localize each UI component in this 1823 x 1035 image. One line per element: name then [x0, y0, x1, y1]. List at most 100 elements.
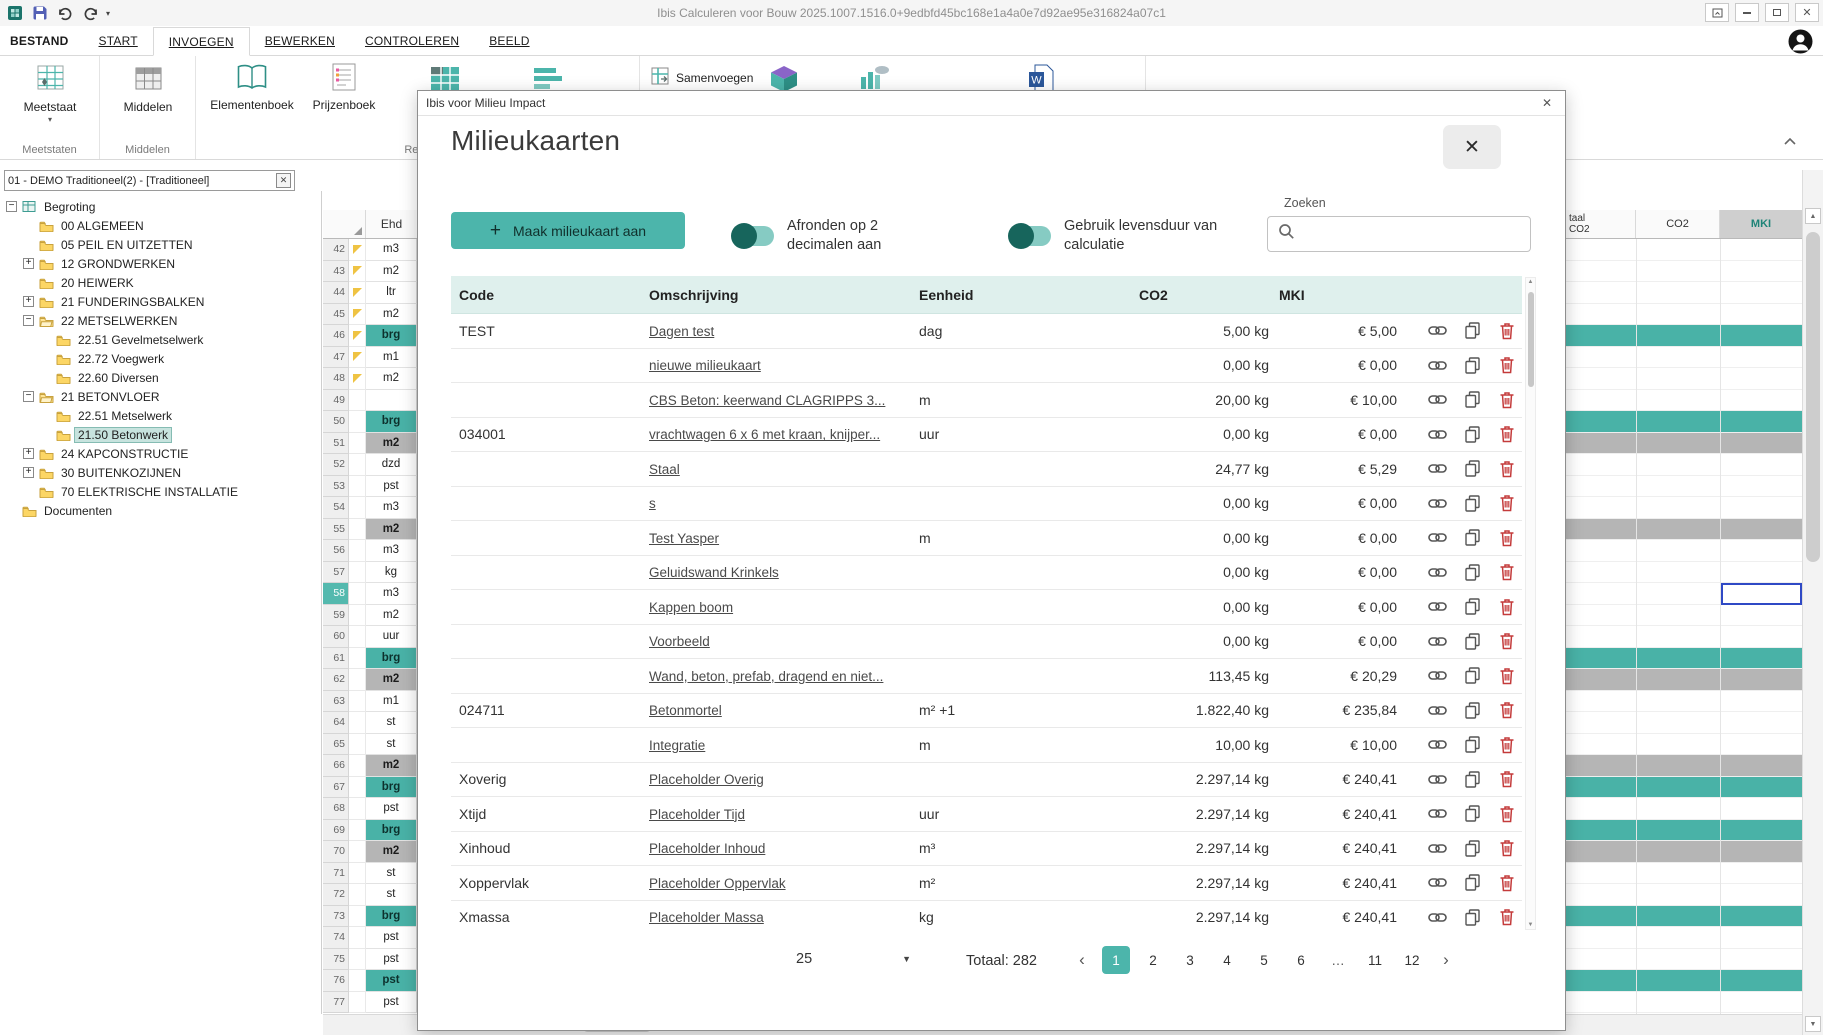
co2-row[interactable]: [1566, 798, 1802, 820]
link-icon[interactable]: [1426, 665, 1448, 687]
co2-row[interactable]: [1566, 777, 1802, 799]
mark-cell[interactable]: [349, 476, 366, 498]
prijzenboek-button[interactable]: Prijzenboek: [300, 62, 388, 112]
co2-row[interactable]: [1566, 648, 1802, 670]
row-header[interactable]: 51: [323, 433, 349, 455]
link-icon[interactable]: [1426, 389, 1448, 411]
ehd-cell[interactable]: uur: [366, 626, 417, 648]
milieukaart-link[interactable]: Placeholder Overig: [649, 772, 764, 787]
ehd-cell[interactable]: pst: [366, 927, 417, 949]
copy-icon[interactable]: [1461, 320, 1483, 342]
page-button-3[interactable]: 3: [1176, 946, 1204, 974]
row-header[interactable]: 72: [323, 884, 349, 906]
milieukaart-link[interactable]: Placeholder Inhoud: [649, 841, 765, 856]
link-icon[interactable]: [1426, 561, 1448, 583]
milieukaart-link[interactable]: Wand, beton, prefab, dragend en niet...: [649, 669, 883, 684]
page-button-5[interactable]: 5: [1250, 946, 1278, 974]
ribbon-tab-beeld[interactable]: BEELD: [474, 27, 544, 55]
ehd-column-header[interactable]: Ehd: [366, 210, 417, 238]
mark-cell[interactable]: [349, 605, 366, 627]
delete-icon[interactable]: [1496, 803, 1518, 825]
row-header[interactable]: 61: [323, 648, 349, 670]
tree-item[interactable]: 22.51 Metselwerk: [0, 406, 321, 425]
mark-cell[interactable]: [349, 669, 366, 691]
ehd-cell[interactable]: brg: [366, 820, 417, 842]
meetstaat-dropdown-icon[interactable]: ▾: [48, 117, 52, 123]
ehd-cell[interactable]: m2: [366, 304, 417, 326]
link-icon[interactable]: [1426, 768, 1448, 790]
tree-item[interactable]: 05 PEIL EN UITZETTEN: [0, 235, 321, 254]
copy-icon[interactable]: [1461, 699, 1483, 721]
row-header[interactable]: 52: [323, 454, 349, 476]
ehd-cell[interactable]: st: [366, 734, 417, 756]
scroll-up-icon[interactable]: ▲: [1805, 208, 1821, 224]
ribbon-tab-bewerken[interactable]: BEWERKEN: [250, 27, 350, 55]
row-header[interactable]: 56: [323, 540, 349, 562]
tree-item[interactable]: 22.60 Diversen: [0, 368, 321, 387]
collapse-icon[interactable]: −: [23, 391, 34, 402]
mark-cell[interactable]: [349, 325, 366, 347]
mki-column-header[interactable]: MKI: [1720, 210, 1802, 238]
tree-item[interactable]: 22.51 Gevelmetselwerk: [0, 330, 321, 349]
link-icon[interactable]: [1426, 872, 1448, 894]
next-page-button[interactable]: ›: [1435, 946, 1457, 974]
document-tab[interactable]: 01 - DEMO Traditioneel(2) - [Traditionee…: [4, 170, 295, 191]
delete-icon[interactable]: [1496, 837, 1518, 859]
row-header[interactable]: 42: [323, 239, 349, 261]
ehd-cell[interactable]: m2: [366, 433, 417, 455]
mark-cell[interactable]: [349, 583, 366, 605]
ehd-cell[interactable]: brg: [366, 777, 417, 799]
link-icon[interactable]: [1426, 734, 1448, 756]
tree-item[interactable]: +30 BUITENKOZIJNEN: [0, 463, 321, 482]
co2-row[interactable]: [1566, 325, 1802, 347]
page-button-11[interactable]: 11: [1361, 946, 1389, 974]
tree-item[interactable]: +12 GRONDWERKEN: [0, 254, 321, 273]
ehd-cell[interactable]: m2: [366, 669, 417, 691]
row-header[interactable]: 68: [323, 798, 349, 820]
vertical-scroll-thumb[interactable]: [1806, 232, 1820, 562]
co2-row[interactable]: [1566, 970, 1802, 992]
scroll-down-icon[interactable]: ▼: [1805, 1016, 1821, 1032]
co2-row[interactable]: [1566, 691, 1802, 713]
link-icon[interactable]: [1426, 458, 1448, 480]
mark-cell[interactable]: [349, 304, 366, 326]
delete-icon[interactable]: [1496, 906, 1518, 926]
delete-icon[interactable]: [1496, 768, 1518, 790]
ehd-cell[interactable]: pst: [366, 992, 417, 1014]
co2-row[interactable]: [1566, 497, 1802, 519]
mark-cell[interactable]: [349, 884, 366, 906]
collapse-icon[interactable]: −: [23, 315, 34, 326]
tree-item[interactable]: 00 ALGEMEEN: [0, 216, 321, 235]
mark-cell[interactable]: [349, 798, 366, 820]
tree-item[interactable]: 21.50 Betonwerk: [0, 425, 321, 444]
mark-cell[interactable]: [349, 540, 366, 562]
row-header[interactable]: 75: [323, 949, 349, 971]
tree-item[interactable]: −22 METSELWERKEN: [0, 311, 321, 330]
page-button-12[interactable]: 12: [1398, 946, 1426, 974]
ribbon-tab-bestand[interactable]: BESTAND: [0, 27, 84, 55]
lijst-button[interactable]: [532, 64, 564, 92]
co2-row[interactable]: [1566, 239, 1802, 261]
row-header[interactable]: 71: [323, 863, 349, 885]
milieukaart-link[interactable]: Staal: [649, 462, 680, 477]
co2-row[interactable]: [1566, 949, 1802, 971]
row-header[interactable]: 69: [323, 820, 349, 842]
milieukaart-link[interactable]: vrachtwagen 6 x 6 met kraan, knijper...: [649, 427, 880, 442]
co2-row[interactable]: [1566, 992, 1802, 1014]
tree-item[interactable]: −Begroting: [0, 197, 321, 216]
dialog-close-button[interactable]: ✕: [1443, 125, 1501, 169]
copy-icon[interactable]: [1461, 803, 1483, 825]
ehd-cell[interactable]: m2: [366, 519, 417, 541]
co2-row[interactable]: [1566, 841, 1802, 863]
tree-item[interactable]: 20 HEIWERK: [0, 273, 321, 292]
ehd-cell[interactable]: m1: [366, 691, 417, 713]
page-button-4[interactable]: 4: [1213, 946, 1241, 974]
ehd-cell[interactable]: [366, 390, 417, 412]
mark-cell[interactable]: [349, 820, 366, 842]
grid-corner-cell[interactable]: [323, 210, 366, 238]
collapse-icon[interactable]: −: [6, 201, 17, 212]
document-tab-close-icon[interactable]: ✕: [276, 173, 291, 188]
milieukaart-link[interactable]: Placeholder Oppervlak: [649, 876, 786, 891]
row-header[interactable]: 65: [323, 734, 349, 756]
milieukaart-link[interactable]: Placeholder Tijd: [649, 807, 745, 822]
